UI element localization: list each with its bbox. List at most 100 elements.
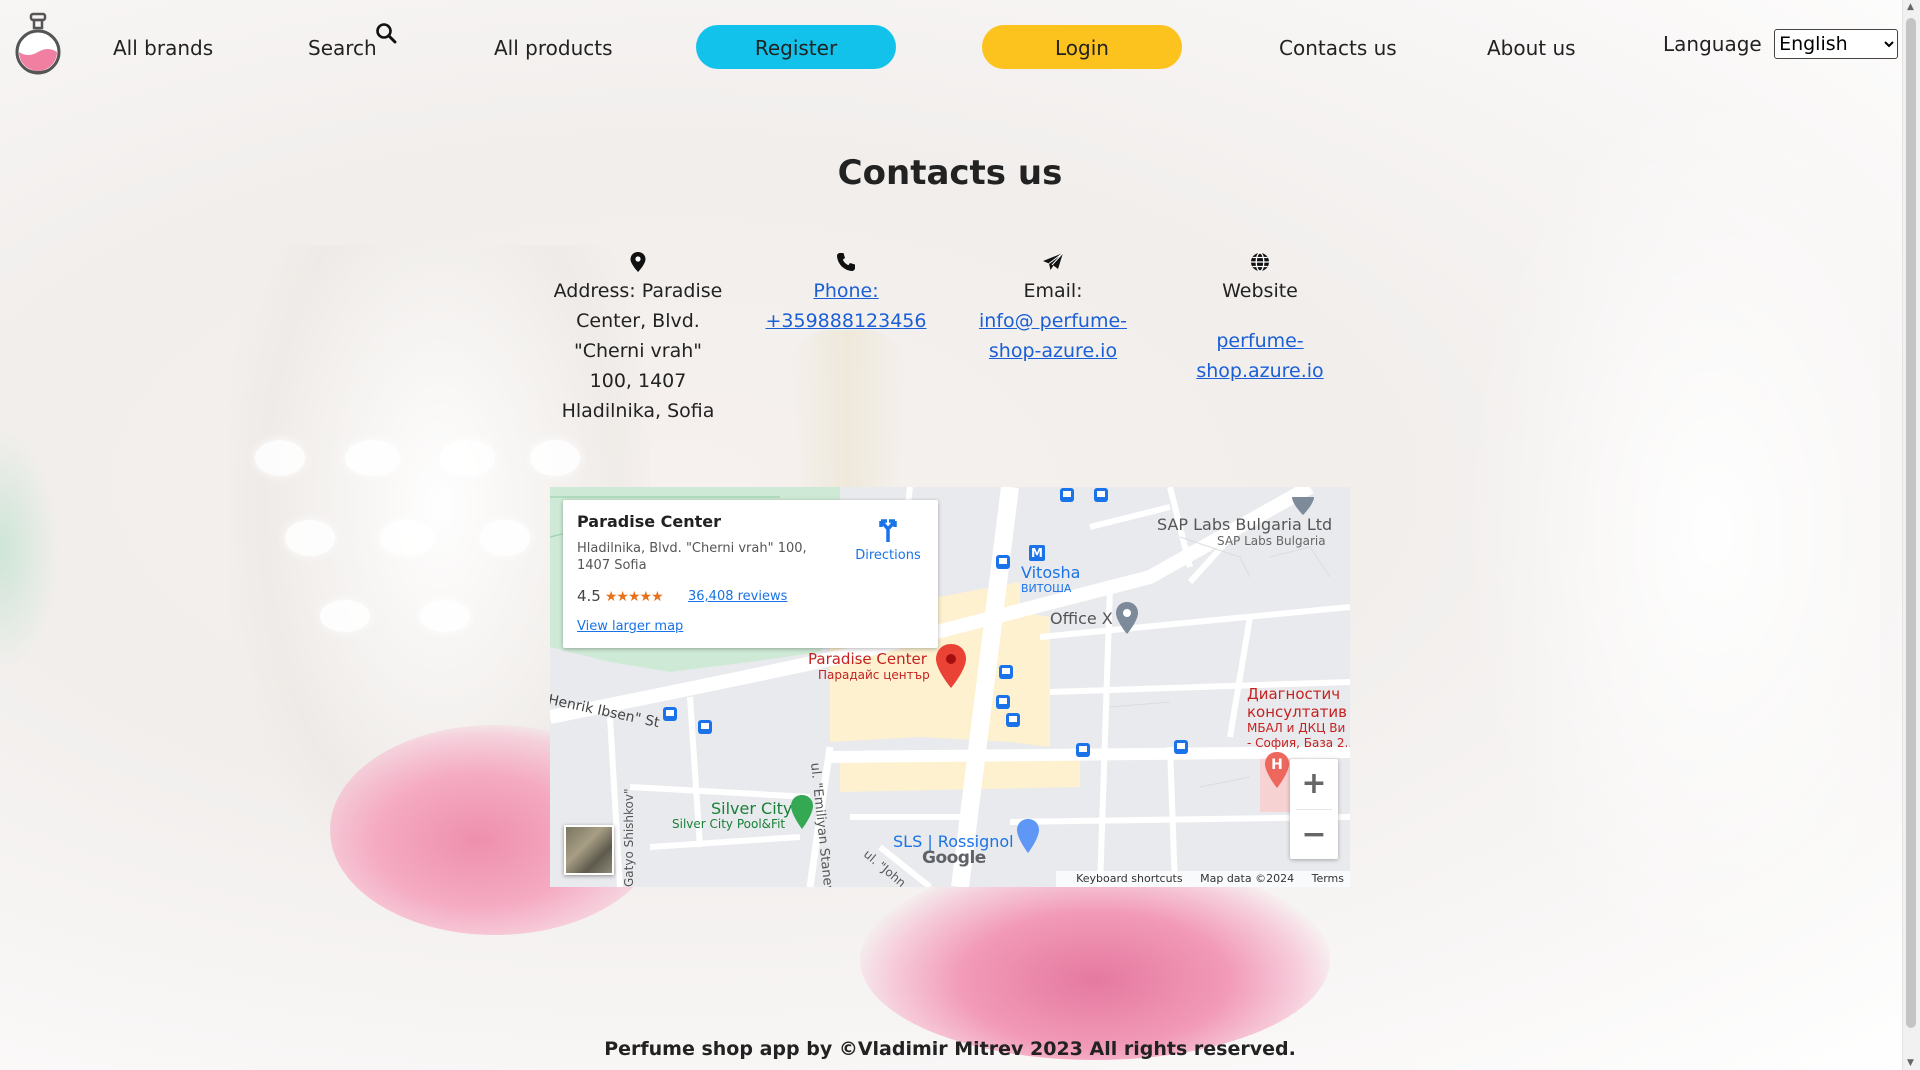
zoom-in-button[interactable]: + bbox=[1290, 759, 1338, 809]
rating-value: 4.5 bbox=[577, 587, 601, 605]
search-icon bbox=[376, 23, 397, 44]
map-label-paradise: Paradise Center bbox=[808, 650, 927, 668]
map-label-diag-4: - София, База 2.. bbox=[1247, 736, 1350, 750]
bus-stop-icon bbox=[663, 707, 677, 721]
map-label-sap: SAP Labs Bulgaria Ltd bbox=[1157, 515, 1333, 534]
background-flower bbox=[860, 860, 1330, 1060]
map-card-title: Paradise Center bbox=[577, 512, 722, 531]
background-candle-light bbox=[320, 600, 370, 632]
directions-label: Directions bbox=[855, 548, 921, 563]
map-place-icon bbox=[1292, 497, 1314, 515]
map-label-vitosha: Vitosha bbox=[1021, 563, 1081, 582]
background-candle-light bbox=[440, 440, 495, 476]
map-label-shishkov: Gatyo Shishkov" bbox=[622, 788, 636, 887]
background-candle-light bbox=[255, 440, 305, 476]
map-label-diag-1: Диагностич bbox=[1247, 685, 1341, 703]
website-link[interactable]: perfume-shop.azure.io bbox=[1196, 330, 1323, 382]
phone-icon bbox=[837, 253, 855, 271]
map-label-paradise-bg: Парадайс център bbox=[818, 668, 930, 682]
nav-all-products[interactable]: All products bbox=[494, 36, 613, 60]
keyboard-shortcuts-link[interactable]: Keyboard shortcuts bbox=[1076, 872, 1183, 885]
map-label-office: Office X bbox=[1050, 609, 1113, 628]
directions-button[interactable]: Directions bbox=[848, 518, 928, 563]
map-pin-icon[interactable] bbox=[935, 644, 967, 688]
map-label-sap-sub: SAP Labs Bulgaria bbox=[1217, 534, 1326, 548]
map-label-diag-2: консултатив bbox=[1247, 703, 1348, 721]
map-info-card: Paradise Center Hladilnika, Blvd. "Chern… bbox=[563, 500, 938, 648]
satellite-view-toggle[interactable] bbox=[564, 825, 614, 875]
map-label-diag-3: МБАЛ и ДКЦ Ви bbox=[1247, 721, 1346, 735]
scrollbar-thumb[interactable] bbox=[1906, 18, 1916, 1028]
map-zoom-controls: + − bbox=[1290, 759, 1338, 859]
email-label: Email: bbox=[1023, 280, 1083, 302]
phone-label: Phone: bbox=[813, 280, 879, 302]
metro-icon: M bbox=[1029, 545, 1045, 561]
background-candle-light bbox=[530, 440, 580, 476]
contact-address: Address: Paradise Center, Blvd. "Cherni … bbox=[553, 252, 723, 426]
bus-stop-icon bbox=[698, 720, 712, 734]
shop-pin-icon bbox=[1017, 819, 1039, 853]
background-glow bbox=[1460, 80, 1880, 980]
email-link[interactable]: info@ perfume-shop-azure.io bbox=[979, 310, 1127, 362]
background-candle-light bbox=[345, 440, 400, 476]
google-logo: Google bbox=[922, 848, 986, 868]
scroll-up-icon[interactable]: ▲ bbox=[1907, 2, 1914, 12]
map-data-text: Map data ©2024 bbox=[1200, 872, 1295, 885]
terms-link[interactable]: Terms bbox=[1312, 872, 1344, 885]
contact-phone: Phone: +359888123456 bbox=[761, 252, 931, 336]
map-label-vitosha-bg: ВИТОША bbox=[1021, 582, 1072, 595]
website-label: Website bbox=[1222, 280, 1298, 302]
bus-stop-icon bbox=[996, 695, 1010, 709]
hospital-pin-icon: H bbox=[1265, 752, 1289, 788]
perfume-logo-icon[interactable] bbox=[14, 12, 62, 76]
top-navigation: All brands Search All products Register … bbox=[0, 0, 1900, 95]
google-map[interactable]: Paradise Center Hladilnika, Blvd. "Chern… bbox=[550, 487, 1350, 887]
globe-icon bbox=[1251, 252, 1269, 272]
address-text: Address: Paradise Center, Blvd. "Cherni … bbox=[553, 280, 723, 422]
map-footer: Keyboard shortcuts Map data ©2024 Terms bbox=[1056, 871, 1350, 887]
bus-stop-icon bbox=[1060, 488, 1074, 502]
map-card-rating: 4.5 ★★★★★ bbox=[577, 587, 667, 605]
register-button[interactable]: Register bbox=[696, 25, 896, 69]
background-leaf bbox=[0, 430, 60, 670]
directions-icon bbox=[879, 519, 897, 542]
map-label-silver: Silver City bbox=[711, 799, 793, 818]
nav-search[interactable]: Search bbox=[308, 23, 397, 60]
reviews-link[interactable]: 36,408 reviews bbox=[688, 589, 787, 604]
scroll-down-icon[interactable]: ▼ bbox=[1907, 1058, 1914, 1068]
map-label-silver-sub: Silver City Pool&Fit bbox=[672, 817, 786, 831]
contact-email: Email: info@ perfume-shop-azure.io bbox=[968, 252, 1138, 366]
nav-contacts[interactable]: Contacts us bbox=[1279, 36, 1397, 60]
background-candle-light bbox=[285, 520, 335, 556]
page-footer: Perfume shop app by ©Vladimir Mitrev 202… bbox=[604, 1038, 1296, 1060]
login-button[interactable]: Login bbox=[982, 25, 1182, 69]
phone-link[interactable]: Phone: +359888123456 bbox=[766, 280, 927, 332]
nav-about[interactable]: About us bbox=[1487, 36, 1576, 60]
language-select[interactable]: English bbox=[1774, 29, 1899, 59]
bus-stop-icon bbox=[999, 665, 1013, 679]
map-place-icon bbox=[1116, 602, 1138, 634]
background-candle-light bbox=[480, 520, 530, 556]
star-rating-icon: ★★★★★ bbox=[604, 589, 664, 605]
bus-stop-icon bbox=[1174, 740, 1188, 754]
nav-all-brands[interactable]: All brands bbox=[113, 36, 213, 60]
contact-website: Website perfume-shop.azure.io bbox=[1175, 252, 1345, 386]
paper-plane-icon bbox=[1043, 252, 1064, 270]
language-selector: Language English bbox=[1663, 29, 1899, 59]
bus-stop-icon bbox=[1076, 743, 1090, 757]
map-card-address: Hladilnika, Blvd. "Cherni vrah" 100, 140… bbox=[577, 541, 807, 573]
view-larger-map-link[interactable]: View larger map bbox=[577, 619, 683, 634]
bus-stop-icon bbox=[1006, 713, 1020, 727]
zoom-out-button[interactable]: − bbox=[1290, 810, 1338, 860]
hospital-letter: H bbox=[1271, 757, 1283, 773]
location-pin-icon bbox=[630, 252, 646, 272]
background-candle-light bbox=[420, 600, 470, 632]
page-title: Contacts us bbox=[837, 153, 1063, 193]
background-candle-light bbox=[380, 520, 435, 556]
nav-search-label: Search bbox=[308, 36, 377, 60]
google-logo-text: Google bbox=[922, 848, 986, 868]
language-label: Language bbox=[1663, 32, 1762, 56]
phone-number: +359888123456 bbox=[765, 310, 927, 332]
page-scrollbar[interactable]: ▲ ▼ bbox=[1902, 0, 1920, 1070]
bus-stop-icon bbox=[996, 555, 1010, 569]
